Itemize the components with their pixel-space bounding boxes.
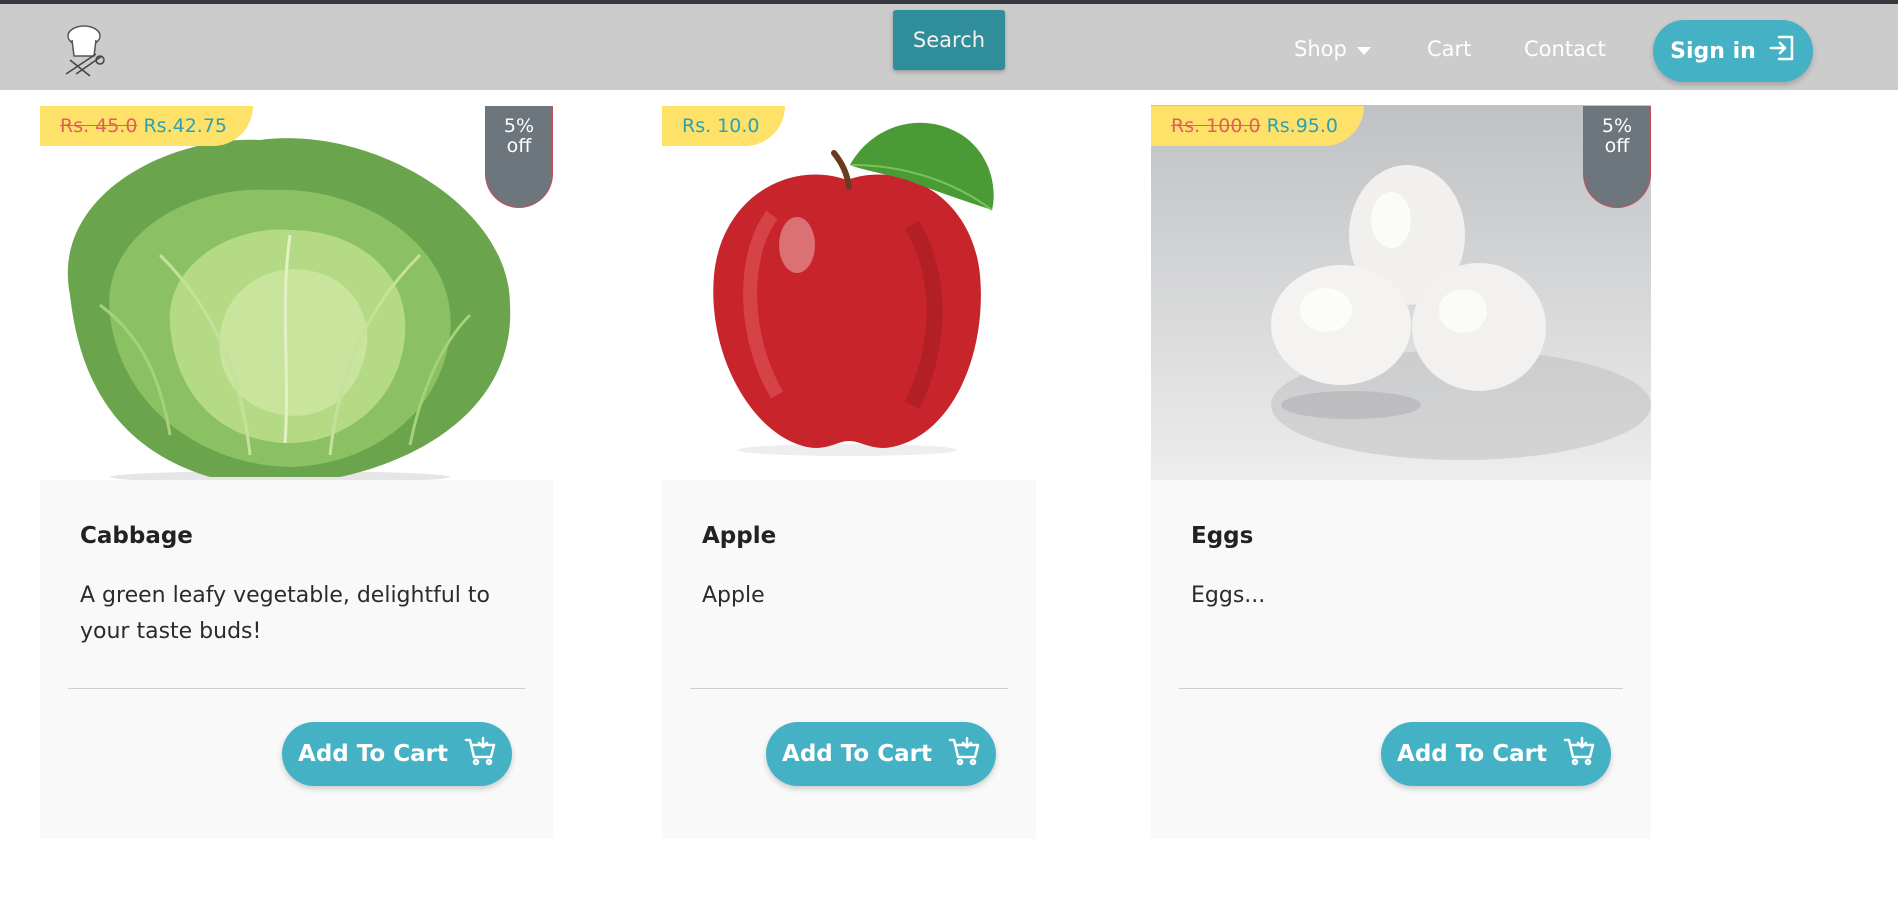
cabbage-image[interactable]: [40, 105, 553, 480]
eggs-image[interactable]: [1151, 105, 1651, 480]
add-to-cart-label: Add To Cart: [298, 741, 448, 767]
nav-contact-link[interactable]: Contact: [1524, 37, 1606, 61]
chevron-down-icon: [1356, 47, 1371, 55]
search-button-label: Search: [912, 28, 986, 52]
sign-in-label: Sign in: [1670, 38, 1756, 64]
discount-percent: 5%: [503, 115, 535, 137]
product-title: Apple: [702, 523, 777, 549]
search-button[interactable]: Search: [893, 10, 1005, 70]
sign-in-icon: [1768, 34, 1796, 68]
price-tag: Rs. 45.0 Rs.42.75: [40, 106, 254, 146]
card-divider: [1179, 688, 1623, 689]
discount-percent: 5%: [1601, 115, 1633, 137]
discount-off: off: [506, 135, 532, 157]
discount-off: off: [1604, 135, 1630, 157]
price-new: Rs.42.75: [143, 115, 228, 137]
chef-logo-icon[interactable]: [56, 22, 112, 78]
product-card: Rs. 100.0 Rs.95.0 5% off Eggs Eggs... Ad…: [1151, 105, 1651, 839]
nav-cart-link[interactable]: Cart: [1427, 37, 1471, 61]
product-title: Eggs: [1191, 523, 1254, 549]
add-to-cart-button[interactable]: Add To Cart: [282, 722, 512, 786]
add-to-cart-label: Add To Cart: [1397, 741, 1547, 767]
price-tag: Rs. 100.0 Rs.95.0: [1151, 106, 1365, 146]
product-description: Apple: [702, 583, 765, 608]
product-title: Cabbage: [80, 523, 193, 549]
nav-shop-dropdown[interactable]: Shop: [1294, 37, 1371, 61]
price-old: Rs. 45.0: [60, 115, 138, 137]
product-card: Rs. 45.0 Rs.42.75 5% off Cabbage A green…: [40, 105, 553, 839]
sign-in-button[interactable]: Sign in: [1653, 20, 1813, 82]
nav-shop-label: Shop: [1294, 37, 1347, 61]
discount-badge: 5% off: [1583, 106, 1651, 208]
cart-plus-icon: [948, 735, 980, 773]
cart-plus-icon: [1563, 735, 1595, 773]
apple-image[interactable]: [662, 105, 1036, 480]
discount-badge: 5% off: [485, 106, 553, 208]
add-to-cart-button[interactable]: Add To Cart: [1381, 722, 1611, 786]
card-divider: [68, 688, 525, 689]
cart-plus-icon: [464, 735, 496, 773]
add-to-cart-button[interactable]: Add To Cart: [766, 722, 996, 786]
product-card: Rs. 10.0 Apple Apple Add To Cart: [662, 105, 1036, 839]
price-new: Rs.95.0: [1266, 115, 1339, 137]
card-divider: [690, 688, 1008, 689]
price-new: Rs. 10.0: [682, 115, 760, 137]
product-description: Eggs...: [1191, 583, 1266, 608]
navbar: Search Shop Cart Contact Sign in: [0, 4, 1898, 90]
add-to-cart-label: Add To Cart: [782, 741, 932, 767]
price-old: Rs. 100.0: [1171, 115, 1261, 137]
product-description: A green leafy vegetable, delightful to y…: [80, 583, 490, 644]
